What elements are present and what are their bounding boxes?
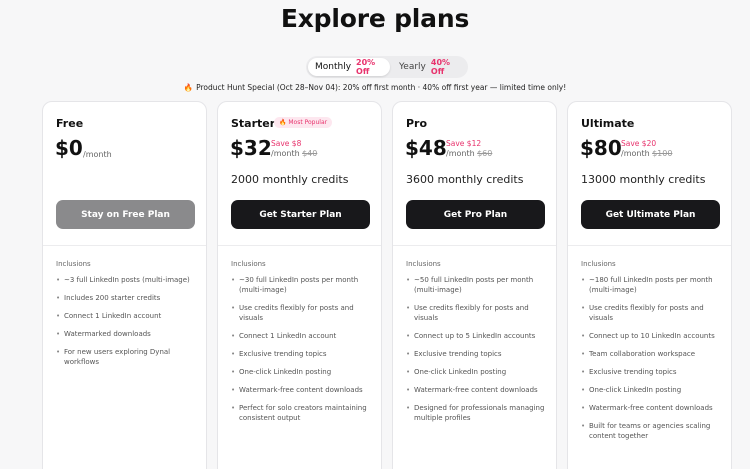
get-starter-plan-button[interactable]: Get Starter Plan bbox=[231, 200, 370, 229]
feature-item: Watermark-free content downloads bbox=[581, 403, 724, 413]
divider bbox=[568, 245, 731, 246]
feature-item: Includes 200 starter credits bbox=[56, 293, 199, 303]
stay-on-free-plan-button[interactable]: Stay on Free Plan bbox=[56, 200, 195, 229]
get-pro-plan-button[interactable]: Get Pro Plan bbox=[406, 200, 545, 229]
feature-item: ~3 full LinkedIn posts (multi-image) bbox=[56, 275, 199, 285]
plan-price: $48 bbox=[405, 136, 447, 160]
plan-period: /month bbox=[621, 149, 650, 158]
plan-name: Pro bbox=[406, 117, 428, 130]
feature-item: ~50 full LinkedIn posts per month (multi… bbox=[406, 275, 549, 295]
divider bbox=[393, 245, 556, 246]
plan-price: $32 bbox=[230, 136, 272, 160]
feature-item: Use credits flexibly for posts and visua… bbox=[231, 303, 374, 323]
plan-price: $0 bbox=[55, 136, 83, 160]
plan-name: Ultimate bbox=[581, 117, 635, 130]
divider bbox=[43, 245, 206, 246]
yearly-label: Yearly bbox=[399, 62, 426, 72]
inclusions-label: Inclusions bbox=[406, 260, 441, 268]
save-amount: Save $8 bbox=[271, 139, 302, 148]
feature-list: ~30 full LinkedIn posts per month (multi… bbox=[231, 275, 374, 431]
plan-period: /month bbox=[83, 150, 112, 159]
feature-item: ~180 full LinkedIn posts per month (mult… bbox=[581, 275, 724, 295]
plan-name: Free bbox=[56, 117, 84, 130]
feature-item: Connect up to 10 LinkedIn accounts bbox=[581, 331, 724, 341]
savings-info: Save $20 /month $100 bbox=[621, 139, 672, 159]
feature-item: Team collaboration workspace bbox=[581, 349, 724, 359]
monthly-credits: 3600 monthly credits bbox=[406, 173, 524, 186]
promo-text: Product Hunt Special (Oct 28–Nov 04): 20… bbox=[196, 83, 567, 92]
original-price: $100 bbox=[652, 149, 673, 158]
savings-info: Save $12 /month $60 bbox=[446, 139, 492, 159]
yearly-discount-badge: 40% Off bbox=[430, 58, 451, 76]
inclusions-label: Inclusions bbox=[231, 260, 266, 268]
fire-icon: 🔥 bbox=[183, 83, 194, 92]
feature-item: Watermark-free content downloads bbox=[231, 385, 374, 395]
monthly-option[interactable]: Monthly 20% Off bbox=[308, 58, 390, 76]
monthly-label: Monthly bbox=[315, 62, 352, 72]
billing-toggle: Monthly 20% Off Yearly 40% Off bbox=[306, 56, 468, 78]
feature-item: Watermarked downloads bbox=[56, 329, 199, 339]
inclusions-label: Inclusions bbox=[581, 260, 616, 268]
feature-item: For new users exploring Dynal workflows bbox=[56, 347, 199, 367]
feature-list: ~180 full LinkedIn posts per month (mult… bbox=[581, 275, 724, 449]
original-price: $40 bbox=[302, 149, 318, 158]
monthly-credits: 2000 monthly credits bbox=[231, 173, 349, 186]
promo-banner: 🔥 Product Hunt Special (Oct 28–Nov 04): 2… bbox=[0, 83, 750, 92]
feature-item: ~30 full LinkedIn posts per month (multi… bbox=[231, 275, 374, 295]
feature-item: Connect 1 LinkedIn account bbox=[56, 311, 199, 321]
plan-period: /month bbox=[446, 149, 475, 158]
plan-name: Starter bbox=[231, 117, 276, 130]
plan-price: $80 bbox=[580, 136, 622, 160]
original-price: $60 bbox=[477, 149, 493, 158]
feature-list: ~3 full LinkedIn posts (multi-image) Inc… bbox=[56, 275, 199, 375]
feature-item: Exclusive trending topics bbox=[231, 349, 374, 359]
plan-card-pro: Pro $48 Save $12 /month $60 3600 monthly… bbox=[392, 101, 557, 469]
feature-item: One-click LinkedIn posting bbox=[231, 367, 374, 377]
feature-item: Exclusive trending topics bbox=[581, 367, 724, 377]
inclusions-label: Inclusions bbox=[56, 260, 91, 268]
feature-item: Use credits flexibly for posts and visua… bbox=[406, 303, 549, 323]
save-amount: Save $20 bbox=[621, 139, 657, 148]
get-ultimate-plan-button[interactable]: Get Ultimate Plan bbox=[581, 200, 720, 229]
feature-item: One-click LinkedIn posting bbox=[581, 385, 724, 395]
feature-item: Perfect for solo creators maintaining co… bbox=[231, 403, 374, 423]
monthly-credits: 13000 monthly credits bbox=[581, 173, 706, 186]
plan-card-free: Free $0 /month Stay on Free Plan Inclusi… bbox=[42, 101, 207, 469]
feature-item: Watermark-free content downloads bbox=[406, 385, 549, 395]
plan-period: /month bbox=[271, 149, 300, 158]
feature-item: Connect up to 5 LinkedIn accounts bbox=[406, 331, 549, 341]
plan-card-starter: Starter 🔥 Most Popular $32 Save $8 /mont… bbox=[217, 101, 382, 469]
save-amount: Save $12 bbox=[446, 139, 482, 148]
feature-item: One-click LinkedIn posting bbox=[406, 367, 549, 377]
page-title: Explore plans bbox=[280, 4, 470, 33]
savings-info: Save $8 /month $40 bbox=[271, 139, 317, 159]
feature-list: ~50 full LinkedIn posts per month (multi… bbox=[406, 275, 549, 431]
plan-card-ultimate: Ultimate $80 Save $20 /month $100 13000 … bbox=[567, 101, 732, 469]
yearly-option[interactable]: Yearly 40% Off bbox=[392, 58, 468, 76]
divider bbox=[218, 245, 381, 246]
most-popular-badge: 🔥 Most Popular bbox=[274, 117, 333, 128]
feature-item: Use credits flexibly for posts and visua… bbox=[581, 303, 724, 323]
monthly-discount-badge: 20% Off bbox=[356, 58, 376, 76]
feature-item: Exclusive trending topics bbox=[406, 349, 549, 359]
feature-item: Connect 1 LinkedIn account bbox=[231, 331, 374, 341]
feature-item: Designed for professionals managing mult… bbox=[406, 403, 549, 423]
feature-item: Built for teams or agencies scaling cont… bbox=[581, 421, 724, 441]
